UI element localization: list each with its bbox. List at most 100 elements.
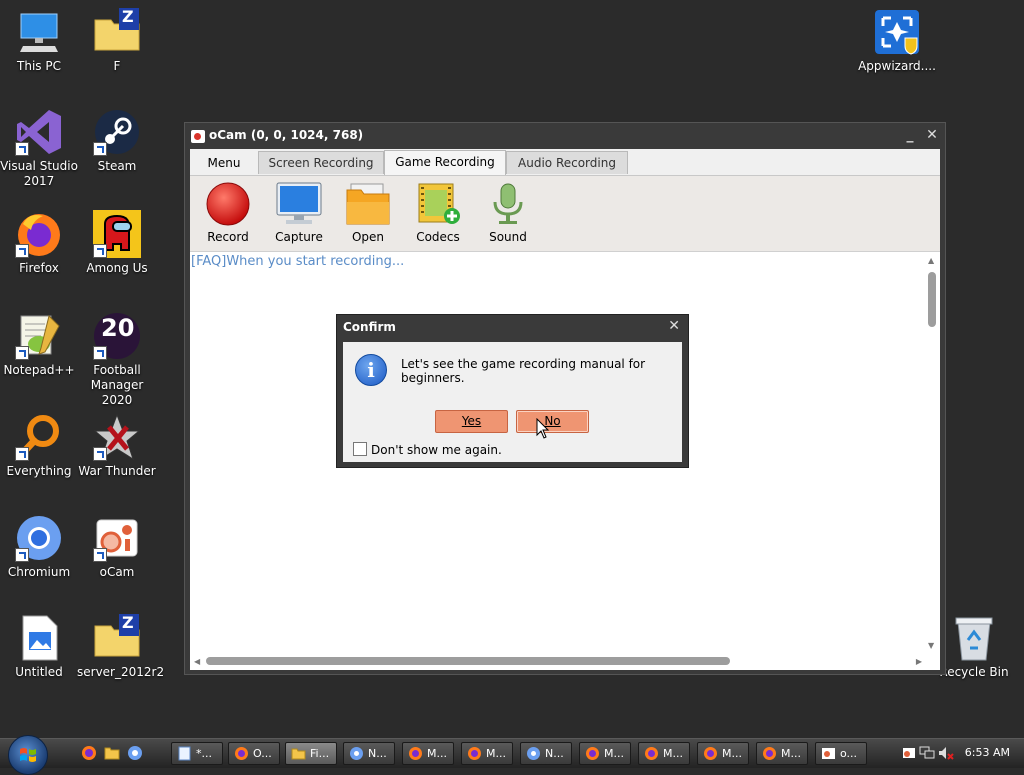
ocam-icon	[93, 514, 141, 562]
start-button[interactable]	[8, 735, 48, 775]
folder-icon	[291, 748, 306, 760]
zip-folder-icon: Z	[93, 614, 141, 662]
yes-button[interactable]: Yes	[435, 410, 508, 433]
taskbar-item-label: M...	[781, 747, 801, 760]
desktop-icon-label: Recycle Bin	[939, 665, 1009, 679]
desktop-icon-ocam[interactable]: oCam	[77, 514, 157, 580]
taskbar-item[interactable]: o...	[815, 742, 867, 765]
recycle-bin-icon	[950, 614, 998, 662]
chromium-icon	[527, 747, 540, 760]
open-button[interactable]: Open	[336, 182, 400, 244]
capture-button[interactable]: Capture	[267, 182, 331, 244]
horizontal-scroll-thumb[interactable]	[206, 657, 730, 665]
scroll-down-arrow-icon[interactable]: ▼	[928, 641, 934, 650]
desktop-icon-firefox[interactable]: Firefox	[0, 210, 79, 276]
horizontal-scrollbar[interactable]: ◀ ▶	[190, 652, 924, 670]
close-button[interactable]: ✕	[923, 126, 941, 144]
network-icon[interactable]	[919, 746, 935, 760]
firefox-icon	[468, 747, 481, 760]
monitor-icon	[276, 182, 322, 226]
desktop-icon-war-thunder[interactable]: War Thunder	[77, 413, 157, 479]
shortcut-arrow-icon	[15, 447, 29, 461]
desktop-icon-label: War Thunder	[78, 464, 156, 478]
scroll-up-arrow-icon[interactable]: ▲	[928, 256, 934, 265]
desktop-icon-untitled[interactable]: Untitled	[0, 614, 79, 680]
dont-show-again-row[interactable]: Don't show me again.	[353, 442, 502, 457]
shortcut-arrow-icon	[15, 142, 29, 156]
chromium-icon	[15, 514, 63, 562]
window-titlebar[interactable]: oCam (0, 0, 1024, 768) _ ✕	[185, 123, 945, 149]
desktop-icon-among-us[interactable]: Among Us	[77, 210, 157, 276]
taskbar: *... O... Fi... N... M... M... N... M...…	[0, 735, 1024, 775]
sound-button[interactable]: Sound	[476, 182, 540, 244]
quicklaunch-chromium-icon[interactable]	[127, 745, 143, 761]
taskbar-item[interactable]: N...	[520, 742, 572, 765]
desktop-icon-appwizard[interactable]: Appwizard....	[857, 8, 937, 74]
taskbar-item-label: M...	[486, 747, 506, 760]
taskbar-item[interactable]: M...	[402, 742, 454, 765]
clock[interactable]: 6:53 AM	[965, 746, 1010, 759]
tray-ocam-icon[interactable]	[902, 746, 916, 760]
toolbar: Record Capture Open Codecs Sound	[190, 176, 940, 252]
volume-muted-icon[interactable]	[938, 745, 954, 761]
zip-badge: Z	[122, 613, 134, 632]
desktop-icon-label: Firefox	[19, 261, 59, 275]
record-label: Record	[207, 230, 249, 244]
desktop-icon-label: server_2012r2	[77, 665, 165, 679]
codecs-button[interactable]: Codecs	[406, 182, 470, 244]
fm-badge-text: 20	[101, 314, 135, 342]
desktop-icon-label: Chromium	[7, 565, 71, 579]
scroll-right-arrow-icon[interactable]: ▶	[916, 657, 922, 666]
mouse-pointer-icon	[536, 418, 550, 439]
desktop-icon-this-pc[interactable]: This PC	[0, 8, 79, 74]
minimize-button[interactable]: _	[901, 126, 919, 144]
dont-show-again-label: Don't show me again.	[371, 443, 502, 457]
folder-icon	[345, 182, 391, 226]
tab-menu[interactable]: Menu	[196, 151, 252, 174]
desktop-icon-label: Untitled	[15, 665, 63, 679]
desktop-icon-label: Everything	[6, 464, 72, 478]
taskbar-item[interactable]: *...	[171, 742, 223, 765]
desktop-icon-football-manager[interactable]: 20 Football Manager 2020	[77, 312, 157, 408]
scroll-left-arrow-icon[interactable]: ◀	[194, 657, 200, 666]
taskbar-item-label: N...	[368, 747, 387, 760]
ocam-icon	[822, 748, 835, 759]
taskbar-item[interactable]: Fi...	[285, 742, 337, 765]
taskbar-item[interactable]: M...	[756, 742, 808, 765]
dialog-title: Confirm	[343, 320, 396, 334]
desktop-icon-everything[interactable]: Everything	[0, 413, 79, 479]
desktop-icon-recycle-bin[interactable]: Recycle Bin	[934, 614, 1014, 680]
faq-link[interactable]: [FAQ]When you start recording...	[191, 254, 404, 269]
taskbar-item[interactable]: M...	[461, 742, 513, 765]
tab-audio-recording[interactable]: Audio Recording	[506, 151, 628, 174]
confirm-dialog: Confirm ✕ i Let's see the game recording…	[336, 314, 689, 468]
windows-logo-icon	[20, 748, 36, 762]
taskbar-item[interactable]: M...	[697, 742, 749, 765]
tab-screen-recording[interactable]: Screen Recording	[258, 151, 384, 174]
taskbar-item[interactable]: M...	[638, 742, 690, 765]
quicklaunch-explorer-icon[interactable]	[104, 745, 120, 761]
tab-game-recording[interactable]: Game Recording	[384, 150, 506, 175]
desktop-icon-f[interactable]: Z F	[77, 8, 157, 74]
quicklaunch-firefox-icon[interactable]	[81, 745, 97, 761]
no-button[interactable]: No	[516, 410, 589, 433]
taskbar-item-label: *...	[196, 747, 212, 760]
desktop-icon-server-2012r2[interactable]: Z server_2012r2	[77, 614, 165, 680]
desktop-icon-chromium[interactable]: Chromium	[0, 514, 79, 580]
taskbar-item[interactable]: M...	[579, 742, 631, 765]
system-tray: 6:53 AM	[894, 739, 1024, 768]
codecs-label: Codecs	[416, 230, 460, 244]
dont-show-again-checkbox[interactable]	[353, 442, 367, 456]
taskbar-item[interactable]: N...	[343, 742, 395, 765]
taskbar-item[interactable]: O...	[228, 742, 280, 765]
vertical-scroll-thumb[interactable]	[928, 272, 936, 327]
tab-bar: Menu Screen Recording Game Recording Aud…	[190, 149, 940, 176]
dialog-close-button[interactable]: ✕	[668, 318, 680, 334]
vertical-scrollbar[interactable]: ▲ ▼	[924, 252, 940, 652]
desktop-icon-notepad-plus-plus[interactable]: Notepad++	[0, 312, 79, 378]
desktop-icon-visual-studio[interactable]: Visual Studio 2017	[0, 108, 79, 189]
visual-studio-icon	[15, 108, 63, 156]
desktop-icon-steam[interactable]: Steam	[77, 108, 157, 174]
record-button[interactable]: Record	[196, 182, 260, 244]
ocam-app-icon	[191, 130, 205, 143]
